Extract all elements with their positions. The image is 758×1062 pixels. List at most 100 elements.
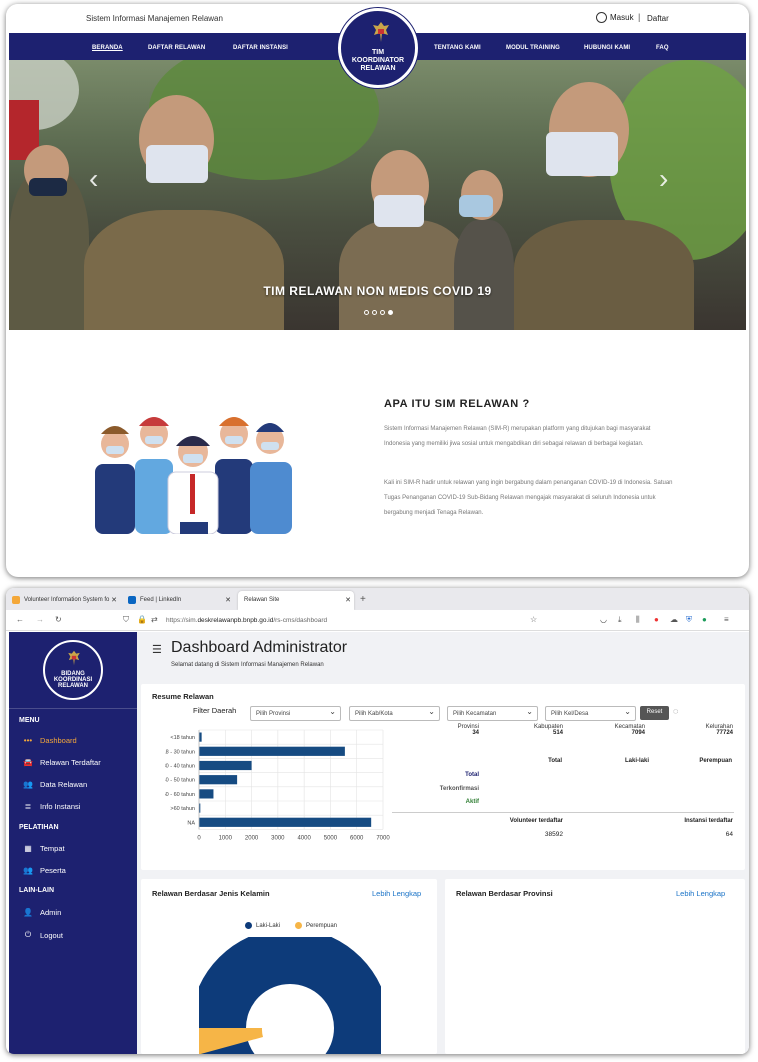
extension-icon[interactable]: ⛨ [686, 615, 692, 625]
sidebar-item-dashboard[interactable]: ••• Dashboard [23, 736, 77, 745]
legend-swatch [295, 922, 302, 929]
bookmark-star-icon[interactable]: ☆ [530, 615, 537, 624]
nav-daftar-relawan[interactable]: DAFTAR RELAWAN [148, 45, 205, 51]
bar [199, 817, 372, 827]
y-category-label: <18 tahun [170, 735, 195, 741]
pocket-icon[interactable]: ◡ [600, 615, 607, 624]
close-icon[interactable]: ✕ [225, 596, 231, 604]
extension-icon[interactable]: ● [654, 615, 659, 624]
section-header-menu: MENU [19, 717, 40, 724]
forward-icon[interactable]: → [36, 615, 44, 624]
stat-kecamatan: Kecamatan 7094 [589, 724, 645, 736]
sidebar-item-logout[interactable]: ⏻ Logout [23, 930, 63, 940]
more-link[interactable]: Lebih Lengkap [676, 889, 725, 898]
section-header-pelatihan: PELATIHAN [19, 824, 59, 831]
sidebar-item-data-relawan[interactable]: 👥 Data Relawan [23, 780, 87, 789]
col-header-male: Laki-laki [624, 758, 649, 764]
x-tick-label: 5000 [324, 835, 338, 841]
reset-button[interactable]: Reset [640, 706, 669, 720]
close-icon[interactable]: ✕ [345, 596, 351, 604]
sidebar-logo[interactable]: BIDANG KOORDINASI RELAWAN [43, 640, 103, 700]
tab-title: Relawan Site [244, 597, 280, 603]
volunteer-value: 38592 [544, 831, 563, 838]
register-link[interactable]: Daftar [647, 14, 669, 23]
back-icon[interactable]: ← [16, 615, 24, 624]
carousel-next-icon[interactable]: › [659, 165, 668, 193]
x-tick-label: 0 [197, 835, 201, 841]
nav-tentang-kami[interactable]: TENTANG KAMI [434, 45, 481, 51]
carousel-dot[interactable] [380, 310, 385, 315]
sidebar-item-relawan-terdaftar[interactable]: 🚘 Relawan Terdaftar [23, 758, 101, 767]
download-icon[interactable]: ⤓ [618, 615, 622, 625]
menu-icon[interactable]: ≡ [724, 615, 729, 624]
browser-tab-active[interactable]: Relawan Site ✕ [238, 591, 354, 610]
row-label-aktif: Aktif [465, 799, 479, 805]
district-select[interactable]: Pilih Kecamatan [447, 706, 538, 721]
close-icon[interactable]: ✕ [111, 596, 117, 604]
site-logo[interactable]: TIM KOORDINATOR RELAWAN [338, 8, 418, 88]
carousel-dot[interactable] [372, 310, 377, 315]
browser-tab[interactable]: Feed | LinkedIn ✕ [124, 591, 234, 610]
new-tab-button[interactable]: + [360, 594, 366, 605]
y-category-label: 50 - 60 tahun [165, 792, 195, 798]
sidebar-item-label: Admin [40, 908, 62, 917]
regency-select[interactable]: Pilih Kab/Kota [349, 706, 440, 721]
x-tick-label: 4000 [297, 835, 311, 841]
sidebar-item-admin[interactable]: 👤 Admin [23, 908, 61, 917]
logo-line: KOORDINATOR [351, 57, 405, 64]
row-label-total: Total [465, 772, 479, 778]
garuda-emblem-icon [68, 650, 80, 666]
building-icon: ▦ [24, 844, 32, 853]
y-category-label: 30 - 40 tahun [165, 764, 195, 770]
nav-faq[interactable]: FAQ [656, 45, 669, 51]
library-icon[interactable]: ⫼ [636, 615, 640, 625]
sidebar-item-label: Relawan Terdaftar [40, 758, 101, 767]
more-link[interactable]: Lebih Lengkap [372, 889, 421, 898]
legend-female: Perempuan [295, 922, 337, 929]
login-label: Masuk [610, 13, 634, 22]
divider [9, 708, 137, 709]
sidebar-item-tempat[interactable]: ▦ Tempat [23, 844, 65, 853]
url-prefix: https://sim. [166, 617, 198, 624]
extension-icon[interactable]: ☁ [670, 615, 678, 624]
nav-beranda[interactable]: BERANDA [92, 45, 123, 51]
sidebar-item-label: Dashboard [40, 736, 77, 745]
nav-hubungi-kami[interactable]: HUBUNGI KAMI [584, 45, 630, 51]
hamburger-menu-icon[interactable]: ☰ [152, 643, 162, 656]
carousel-dot[interactable] [364, 310, 369, 315]
lock-icon[interactable]: 🔒 [137, 615, 147, 624]
about-paragraph: Sistem Informasi Manajemen Relawan (SIM-… [384, 426, 651, 447]
separator: | [638, 12, 641, 22]
sidebar-item-peserta[interactable]: 👥 Peserta [23, 866, 66, 875]
sidebar-item-label: Tempat [40, 844, 65, 853]
village-select[interactable]: Pilih Kel/Desa [545, 706, 636, 721]
nav-daftar-instansi[interactable]: DAFTAR INSTANSI [233, 45, 288, 51]
y-category-label: 18 - 30 tahun [165, 749, 195, 755]
car-icon: 🚘 [23, 758, 33, 767]
carousel-prev-icon[interactable]: ‹ [89, 165, 98, 193]
permissions-icon[interactable]: ⇄ [151, 615, 158, 624]
url-field[interactable]: https://sim.deskrelawanpb.bnpb.go.id/rs-… [166, 617, 327, 624]
hero-caption: TIM RELAWAN NON MEDIS COVID 19 [263, 284, 492, 298]
nav-modul-training[interactable]: MODUL TRAINING [506, 45, 560, 51]
shield-icon[interactable]: ⛉ [123, 615, 129, 625]
browser-tab[interactable]: Volunteer Information System fo ✕ [8, 591, 120, 610]
power-icon: ⏻ [24, 930, 32, 939]
tab-title: Volunteer Information System fo [24, 597, 110, 603]
reload-icon[interactable]: ↻ [55, 615, 62, 624]
section-header-lain-lain: LAIN-LAIN [19, 887, 54, 894]
stat-value: 77724 [716, 730, 733, 736]
province-select[interactable]: Pilih Provinsi [250, 706, 341, 721]
x-tick-label: 2000 [245, 835, 259, 841]
bar [199, 789, 214, 799]
login-link[interactable]: Masuk [596, 12, 634, 23]
legend-swatch [245, 922, 252, 929]
hero-carousel[interactable]: ‹ › TIM RELAWAN NON MEDIS COVID 19 [9, 60, 746, 330]
sidebar-item-label: Logout [40, 930, 63, 940]
extension-icon[interactable]: ● [702, 615, 707, 624]
gender-panel: Relawan Berdasar Jenis Kelamin Lebih Len… [141, 879, 437, 1054]
sidebar-item-info-instansi[interactable]: ≣ Info Instansi [23, 802, 81, 811]
website-screenshot: Sistem Informasi Manajemen Relawan Masuk… [6, 4, 749, 577]
legend-label: Perempuan [306, 922, 338, 929]
carousel-dot-active[interactable] [388, 310, 393, 315]
